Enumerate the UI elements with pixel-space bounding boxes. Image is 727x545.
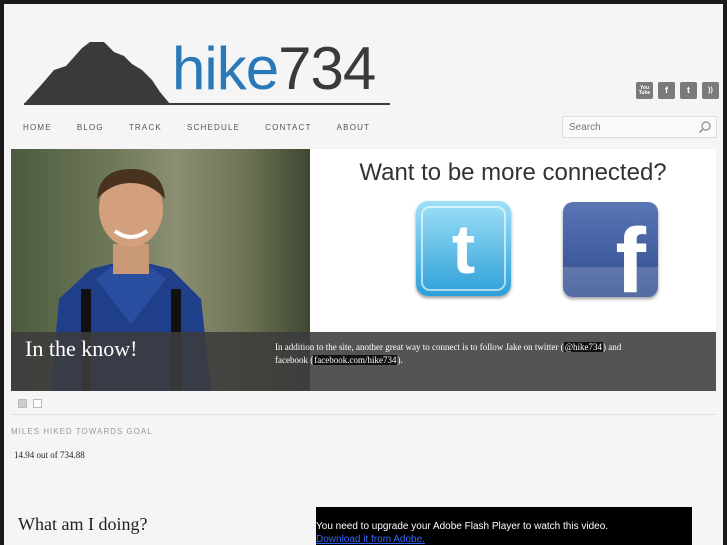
promo-heading: Want to be more connected? (359, 159, 667, 186)
divider (11, 414, 716, 415)
twitter-logo-icon[interactable]: t (416, 201, 511, 296)
search-icon[interactable] (698, 120, 712, 134)
video-player: You need to upgrade your Adobe Flash Pla… (316, 507, 692, 545)
nav-track[interactable]: TRACK (129, 123, 162, 132)
slide-caption: In the know! In addition to the site, an… (11, 332, 716, 391)
logo-underline (24, 103, 390, 105)
main-nav: HOME BLOG TRACK SCHEDULE CONTACT ABOUT (23, 123, 395, 132)
facebook-icon[interactable]: f (658, 82, 675, 99)
caption-text-end: ). (397, 355, 403, 365)
site-logo[interactable]: hike734 (24, 36, 390, 106)
logo-wordmark: hike734 (172, 35, 376, 102)
nav-schedule[interactable]: SCHEDULE (187, 123, 240, 132)
facebook-logo-icon[interactable]: f (563, 202, 658, 297)
nav-contact[interactable]: CONTACT (265, 123, 311, 132)
twitter-logo-glyph: t (451, 209, 476, 288)
page: hike734 You Tube f t )) HOME BLOG TRACK … (4, 4, 723, 545)
mountain-icon (24, 42, 170, 104)
facebook-url-link[interactable]: facebook.com/hike734 (313, 355, 398, 365)
social-links: You Tube f t )) (636, 82, 719, 99)
caption-text-intro: In addition to the site, another great w… (275, 342, 564, 352)
flash-message: You need to upgrade your Adobe Flash Pla… (316, 521, 609, 532)
facebook-logo-glyph: f (615, 210, 646, 297)
featured-slider: Want to be more connected? t f In the kn… (11, 149, 716, 391)
miles-heading: MILES HIKED TOWARDS GOAL (11, 427, 153, 436)
youtube-icon[interactable]: You Tube (636, 82, 653, 99)
flash-download-link[interactable]: Download it from Adobe. (316, 534, 425, 545)
nav-about[interactable]: ABOUT (337, 123, 371, 132)
miles-value: 14.94 out of 734.88 (14, 450, 85, 460)
doing-heading: What am I doing? (18, 514, 148, 534)
caption-text: In addition to the site, another great w… (275, 341, 635, 367)
search-box (562, 116, 717, 138)
twitter-icon[interactable]: t (680, 82, 697, 99)
logo-word-number: 734 (278, 35, 376, 102)
caption-title: In the know! (25, 336, 138, 361)
nav-home[interactable]: HOME (23, 123, 52, 132)
rss-icon[interactable]: )) (702, 82, 719, 99)
nav-blog[interactable]: BLOG (77, 123, 104, 132)
slider-dot-1[interactable] (18, 399, 27, 408)
search-input[interactable] (563, 117, 688, 138)
slider-dot-2[interactable] (33, 399, 42, 408)
twitter-handle-link[interactable]: @hike734 (563, 342, 603, 352)
logo-word-hike: hike (172, 35, 279, 102)
slider-pager (18, 399, 42, 408)
